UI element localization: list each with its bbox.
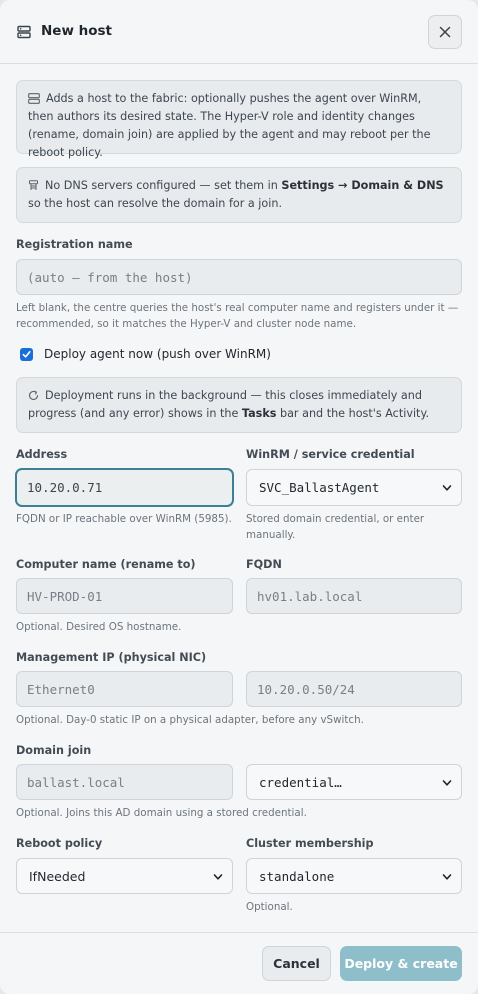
reboot-policy-select[interactable]: IfNeeded — [16, 858, 233, 894]
dialog-title: New host — [41, 23, 113, 39]
deploy-agent-checkbox[interactable] — [20, 348, 33, 361]
dns-text-before: No DNS servers configured — set them in — [45, 179, 282, 192]
domain-join-hint: Optional. Joins this AD domain using a s… — [16, 807, 307, 819]
reboot-policy-value: IfNeeded — [29, 868, 86, 884]
refresh-icon — [28, 390, 39, 401]
close-icon — [439, 26, 451, 38]
close-button[interactable] — [428, 15, 462, 49]
dns-settings-link[interactable]: Settings → Domain & DNS — [281, 179, 443, 192]
management-ip-label: Management IP (physical NIC) — [16, 651, 207, 664]
tasks-bold: Tasks — [241, 407, 277, 420]
deploy-info-note: Deployment runs in the background — this… — [16, 377, 462, 433]
chevron-down-icon — [442, 485, 452, 491]
intro-note: Adds a host to the fabric: optionally pu… — [16, 80, 462, 159]
address-hint: FQDN or IP reachable over WinRM (5985). — [16, 513, 232, 525]
computer-name-label: Computer name (rename to) — [16, 558, 196, 571]
dns-warning-note: No DNS servers configured — set them in … — [16, 167, 462, 223]
address-label: Address — [16, 448, 68, 461]
checkmark-icon — [22, 351, 31, 358]
chevron-down-icon — [442, 780, 452, 786]
domain-input[interactable]: ballast.local — [16, 764, 233, 800]
intro-text: Adds a host to the fabric: optionally pu… — [28, 92, 431, 159]
registration-name-label: Registration name — [16, 238, 133, 251]
new-host-dialog: New host Adds a host to the fabric: opti… — [0, 0, 478, 994]
deploy-agent-label[interactable]: Deploy agent now (push over WinRM) — [44, 347, 271, 361]
computer-name-input[interactable]: HV-PROD-01 — [16, 578, 233, 614]
management-ip-hint: Optional. Day-0 static IP on a physical … — [16, 714, 364, 726]
fqdn-input[interactable]: hv01.lab.local — [246, 578, 462, 614]
adapter-input[interactable]: Ethernet0 — [16, 671, 233, 707]
dialog-header: New host — [0, 0, 478, 64]
cluster-membership-label: Cluster membership — [246, 837, 374, 850]
winrm-credential-label: WinRM / service credential — [246, 448, 415, 461]
domain-credential-value: credential… — [259, 774, 342, 790]
server-warning-icon — [29, 180, 38, 190]
address-input[interactable]: 10.20.0.71 — [16, 469, 233, 506]
fqdn-label: FQDN — [246, 558, 282, 571]
cluster-membership-select[interactable]: standalone — [246, 858, 462, 894]
reboot-policy-label: Reboot policy — [16, 837, 103, 850]
domain-join-label: Domain join — [16, 744, 92, 757]
deploy-create-button[interactable]: Deploy & create — [340, 946, 462, 981]
deploy-text-after: bar and the host's Activity. — [276, 407, 430, 420]
registration-name-input[interactable]: (auto — from the host) — [16, 259, 462, 295]
domain-credential-select[interactable]: credential… — [246, 764, 462, 800]
winrm-credential-value: SVC_BallastAgent — [259, 480, 380, 495]
server-icon — [28, 93, 40, 104]
registration-name-hint: Left blank, the centre queries the host'… — [16, 302, 459, 330]
server-icon — [17, 25, 31, 39]
dns-text-after: so the host can resolve the domain for a… — [28, 197, 283, 210]
chevron-down-icon — [442, 874, 452, 880]
chevron-down-icon — [213, 874, 223, 880]
computer-name-hint: Optional. Desired OS hostname. — [16, 621, 182, 633]
cluster-membership-value: standalone — [259, 868, 335, 884]
cancel-button[interactable]: Cancel — [262, 946, 331, 981]
cluster-membership-hint: Optional. — [246, 901, 293, 913]
management-ip-input[interactable]: 10.20.0.50/24 — [246, 671, 462, 707]
winrm-credential-hint: Stored domain credential, or enter manua… — [246, 513, 425, 541]
winrm-credential-select[interactable]: SVC_BallastAgent — [246, 469, 462, 506]
